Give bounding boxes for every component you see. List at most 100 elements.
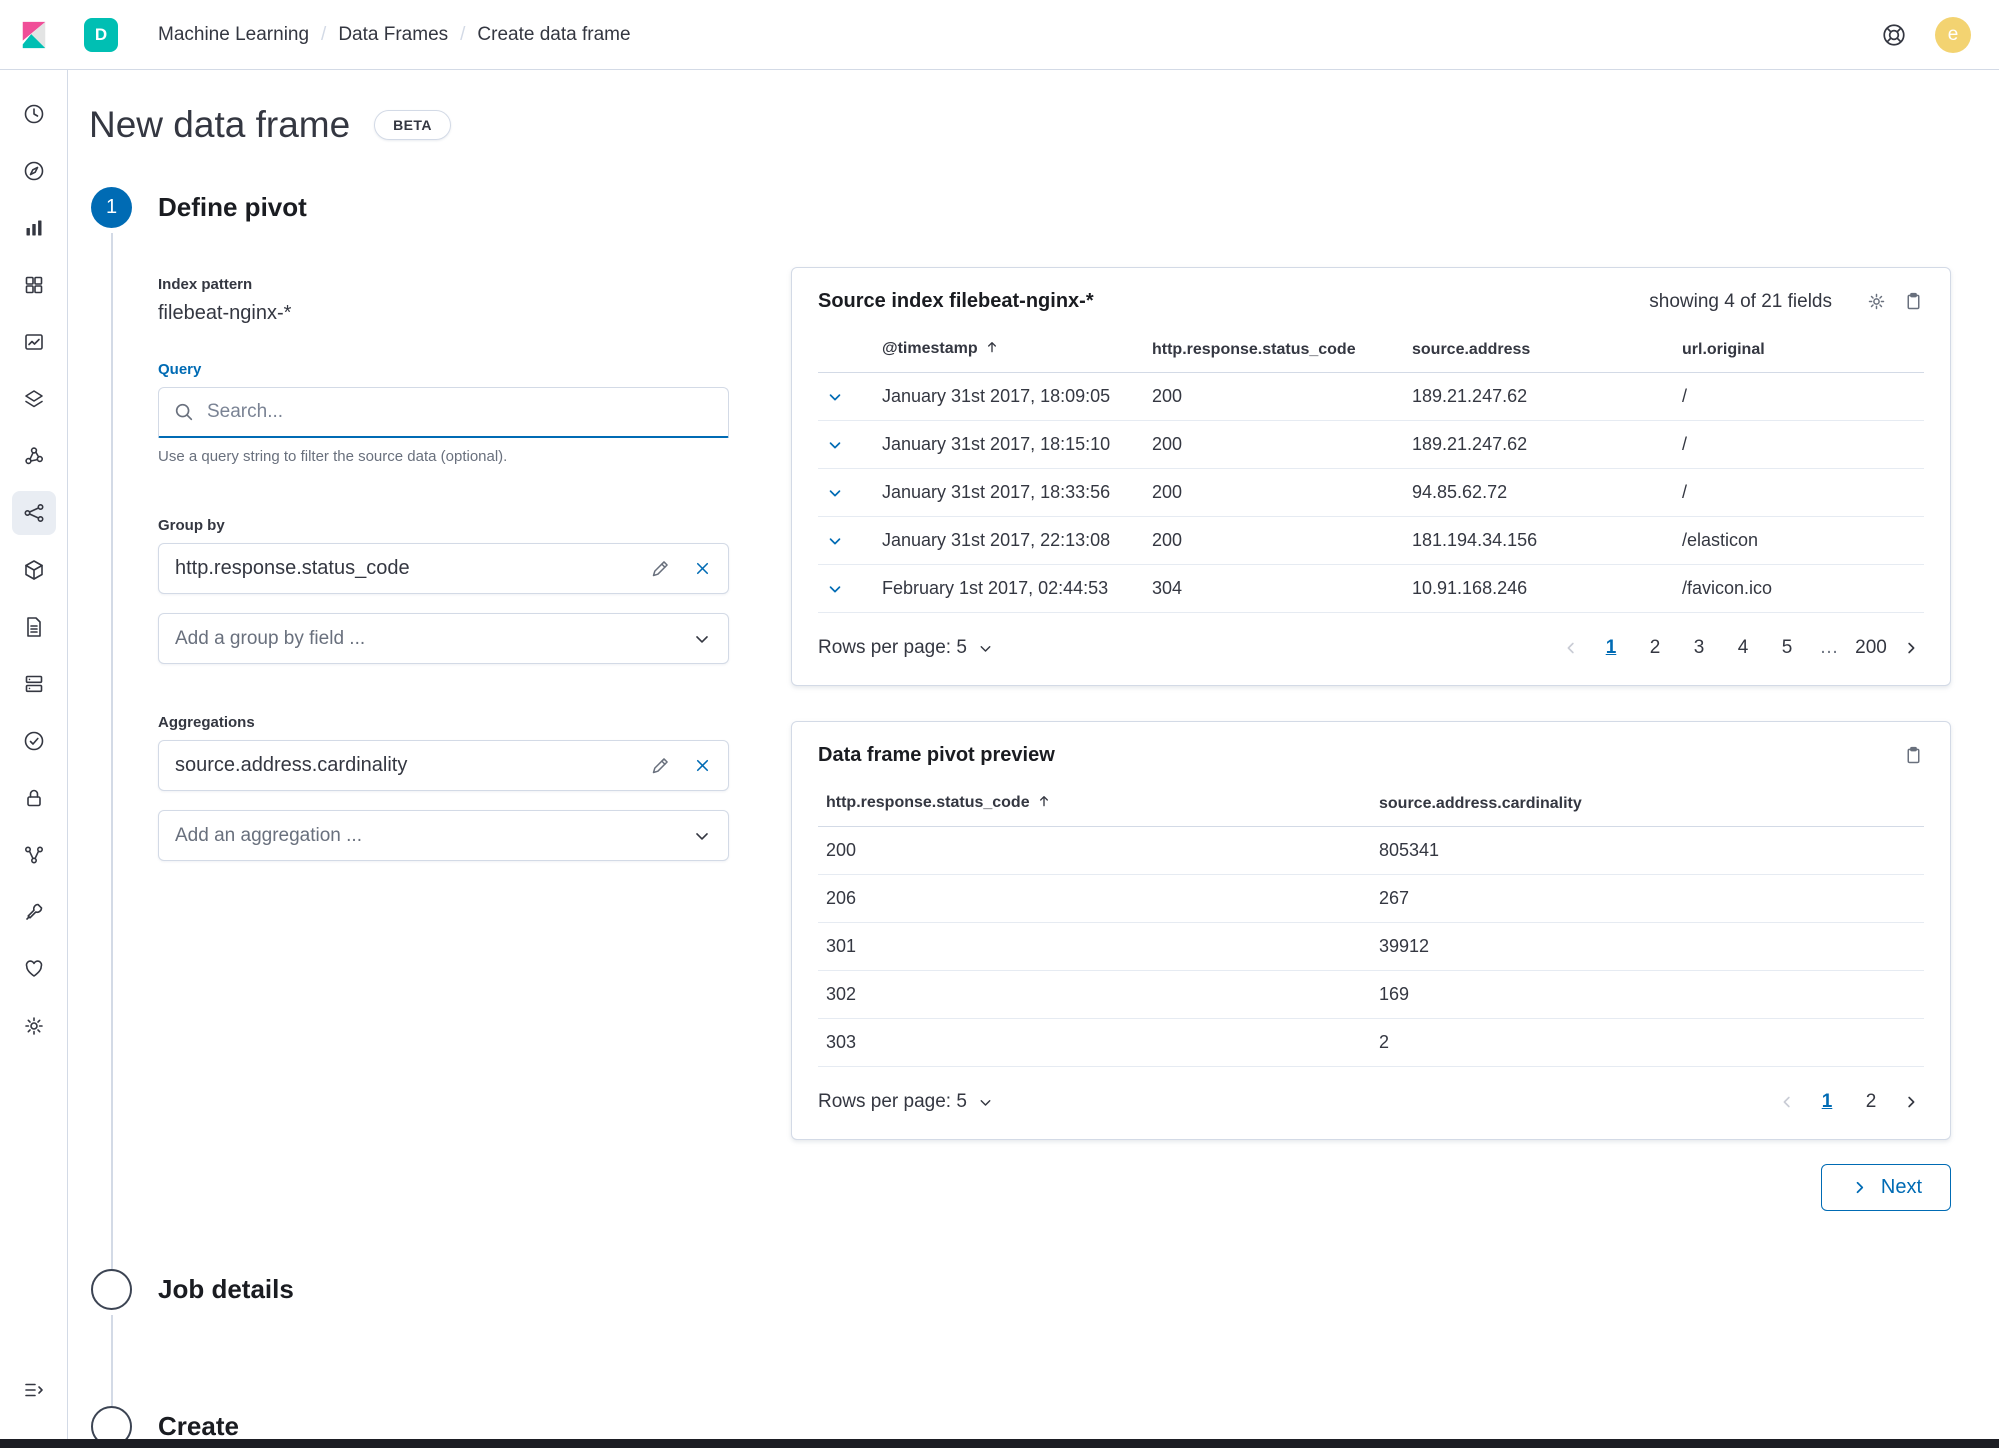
column-source-address[interactable]: source.address [1404, 327, 1674, 373]
page-number[interactable]: 200 [1854, 631, 1888, 665]
step-2-indicator [91, 1269, 132, 1310]
copy-icon[interactable] [1903, 291, 1924, 312]
space-switcher[interactable]: D [84, 17, 118, 52]
canvas-icon[interactable] [12, 548, 56, 592]
next-page-icon[interactable] [1898, 639, 1924, 657]
expand-row-icon[interactable] [826, 532, 844, 550]
dev-tools-icon[interactable] [12, 890, 56, 934]
cell-cardinality: 169 [1371, 970, 1924, 1019]
expand-row-icon[interactable] [826, 388, 844, 406]
apm-icon[interactable] [12, 833, 56, 877]
column-url-original[interactable]: url.original [1674, 327, 1924, 373]
cell-timestamp: January 31st 2017, 18:15:10 [874, 420, 1144, 469]
user-avatar[interactable]: e [1935, 16, 1971, 53]
remove-group-by-icon[interactable] [693, 559, 712, 578]
page-number[interactable]: 2 [1854, 1085, 1888, 1119]
cell-url: /elasticon [1674, 516, 1924, 565]
top-header: D Machine Learning / Data Frames / Creat… [0, 0, 1999, 70]
edit-group-by-icon[interactable] [650, 558, 671, 579]
gear-icon[interactable] [1866, 291, 1887, 312]
column-status-code[interactable]: http.response.status_code [818, 781, 1371, 827]
table-row: January 31st 2017, 18:09:05 200 189.21.2… [818, 372, 1924, 421]
next-button[interactable]: Next [1820, 1164, 1951, 1211]
cell-status: 304 [1144, 564, 1404, 613]
cell-status: 206 [818, 874, 1371, 923]
cell-cardinality: 2 [1371, 1018, 1924, 1067]
rows-per-page-select[interactable]: Rows per page: 5 [818, 637, 994, 659]
maps-icon[interactable] [12, 377, 56, 421]
dashboard-icon[interactable] [12, 263, 56, 307]
expand-row-icon[interactable] [826, 436, 844, 454]
cell-address: 10.91.168.246 [1404, 564, 1674, 613]
previous-page-icon [1774, 1093, 1800, 1111]
chevron-down-icon [980, 1099, 991, 1106]
query-help-text: Use a query string to filter the source … [158, 448, 508, 465]
recently-viewed-icon[interactable] [12, 92, 56, 136]
step-connector-line [110, 1315, 113, 1406]
pivot-preview-panel: Data frame pivot preview http.response.s… [791, 721, 1951, 1140]
page-number[interactable]: 1 [1594, 631, 1628, 665]
query-search-box [158, 387, 729, 438]
table-row: January 31st 2017, 18:33:56 200 94.85.62… [818, 468, 1924, 517]
monitoring-icon[interactable] [12, 947, 56, 991]
infrastructure-icon[interactable] [12, 662, 56, 706]
timelion-icon[interactable] [12, 320, 56, 364]
add-group-by-select[interactable]: Add a group by field ... [158, 613, 729, 664]
graph-icon[interactable] [12, 434, 56, 478]
step-rail [89, 1406, 134, 1439]
cell-status: 200 [1144, 372, 1404, 421]
page-number[interactable]: 2 [1638, 631, 1672, 665]
step-define-pivot: 1 Define pivot Index pattern filebeat-ng… [89, 187, 1951, 1269]
cell-status: 301 [818, 922, 1371, 971]
page-number[interactable]: 5 [1770, 631, 1804, 665]
cell-status: 303 [818, 1018, 1371, 1067]
expand-row-icon[interactable] [826, 484, 844, 502]
rows-per-page-select[interactable]: Rows per page: 5 [818, 1091, 994, 1113]
discover-icon[interactable] [12, 149, 56, 193]
remove-aggregation-icon[interactable] [693, 756, 712, 775]
fields-info: showing 4 of 21 fields [1649, 290, 1832, 312]
column-timestamp[interactable]: @timestamp [874, 327, 1144, 373]
machine-learning-icon[interactable] [11, 491, 56, 535]
cell-url: / [1674, 420, 1924, 469]
page-number[interactable]: 4 [1726, 631, 1760, 665]
logs-icon[interactable] [12, 605, 56, 649]
source-index-panel-title: Source index filebeat-nginx-* [818, 290, 1094, 312]
management-icon[interactable] [12, 1004, 56, 1048]
page-number[interactable]: 1 [1810, 1085, 1844, 1119]
add-aggregation-select[interactable]: Add an aggregation ... [158, 810, 729, 861]
uptime-icon[interactable] [12, 719, 56, 763]
table-row: January 31st 2017, 18:15:10 200 189.21.2… [818, 420, 1924, 469]
expand-row-icon[interactable] [826, 580, 844, 598]
page-number[interactable]: 3 [1682, 631, 1716, 665]
bottom-bar [0, 1439, 1999, 1448]
sort-asc-icon [1036, 793, 1052, 814]
table-row: 302 169 [818, 970, 1924, 1019]
column-status-code[interactable]: http.response.status_code [1144, 327, 1404, 373]
aggregation-item-label: source.address.cardinality [175, 754, 408, 776]
security-icon[interactable] [12, 776, 56, 820]
cell-timestamp: January 31st 2017, 22:13:08 [874, 516, 1144, 565]
cell-address: 189.21.247.62 [1404, 420, 1674, 469]
step-3-title: Create [158, 1411, 239, 1439]
copy-icon[interactable] [1903, 745, 1924, 766]
cell-timestamp: January 31st 2017, 18:09:05 [874, 372, 1144, 421]
column-cardinality[interactable]: source.address.cardinality [1371, 781, 1924, 827]
index-pattern-label: Index pattern [158, 276, 253, 293]
breadcrumb-separator: / [460, 23, 466, 45]
kibana-logo[interactable] [0, 0, 68, 69]
breadcrumb-data-frames[interactable]: Data Frames [338, 24, 448, 46]
help-icon[interactable] [1881, 22, 1907, 48]
table-row: 200 805341 [818, 826, 1924, 875]
cell-address: 181.194.34.156 [1404, 516, 1674, 565]
query-search-input[interactable] [207, 401, 714, 423]
step-rail: 1 [89, 187, 134, 1269]
visualize-icon[interactable] [12, 206, 56, 250]
breadcrumb-machine-learning[interactable]: Machine Learning [158, 24, 309, 46]
next-page-icon[interactable] [1898, 1093, 1924, 1111]
edit-aggregation-icon[interactable] [650, 755, 671, 776]
table-header-row: @timestamp http.response.status_code sou… [818, 327, 1924, 373]
aggregation-item: source.address.cardinality [158, 740, 729, 791]
collapse-menu-icon[interactable] [12, 1368, 56, 1412]
cell-status: 200 [1144, 468, 1404, 517]
